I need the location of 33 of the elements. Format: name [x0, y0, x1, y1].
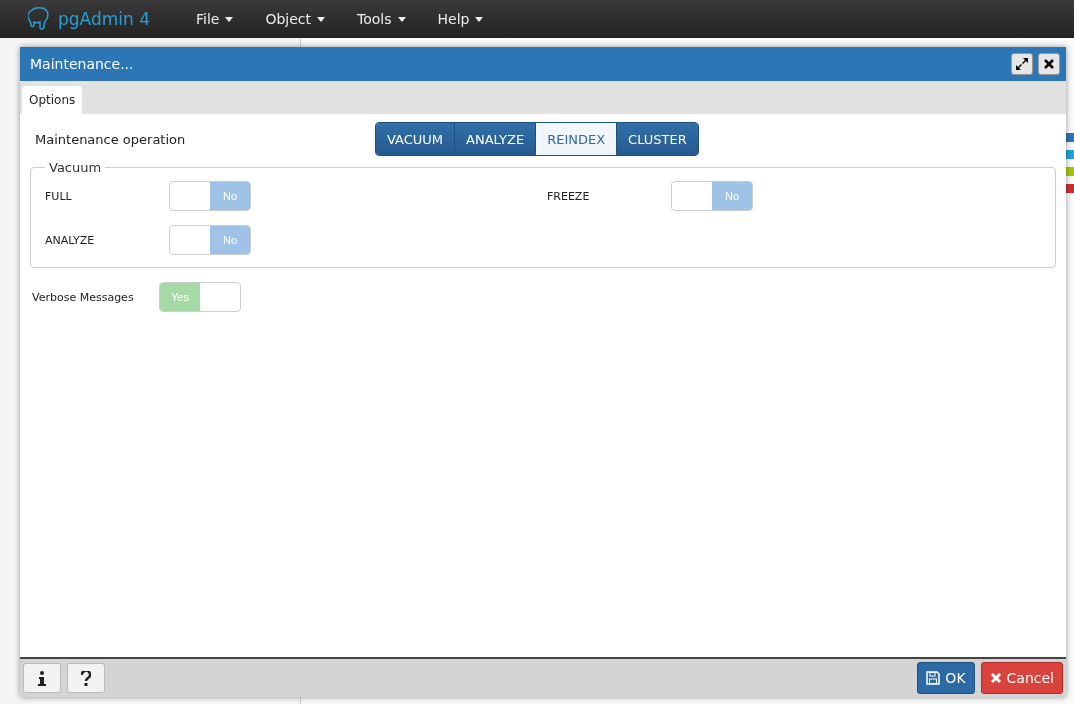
brand-name: pgAdmin 4: [58, 9, 150, 29]
operation-option[interactable]: CLUSTER: [616, 123, 698, 155]
menu-item[interactable]: Object: [249, 11, 342, 27]
operation-option[interactable]: REINDEX: [535, 123, 617, 155]
menu-item[interactable]: File: [180, 11, 250, 27]
info-button[interactable]: [23, 663, 61, 693]
ok-button[interactable]: OK: [917, 662, 975, 694]
operation-option[interactable]: ANALYZE: [454, 123, 536, 155]
maximize-button[interactable]: [1011, 53, 1033, 75]
caret-icon: [225, 16, 234, 22]
switch-label: FULL: [45, 189, 73, 203]
tab[interactable]: Options: [22, 86, 83, 114]
expand-arrows-icon: [1016, 58, 1028, 70]
caret-icon: [475, 16, 484, 22]
field-label: Maintenance operation: [35, 131, 187, 147]
elephant-logo-icon: [28, 7, 50, 31]
group-legend: Vacuum: [45, 160, 106, 175]
menu-item[interactable]: Help: [421, 11, 500, 27]
close-button[interactable]: [1038, 53, 1060, 75]
cancel-button[interactable]: Cancel: [980, 662, 1063, 694]
info-icon: [38, 670, 46, 686]
question-mark-icon: [81, 670, 91, 686]
close-icon: [989, 672, 1002, 684]
help-button[interactable]: [67, 663, 105, 693]
caret-icon: [317, 16, 326, 22]
operation-option[interactable]: VACUUM: [376, 123, 455, 155]
menu-item[interactable]: Tools: [341, 11, 422, 27]
dialog-title: Maintenance...: [30, 56, 135, 72]
caret-icon: [397, 16, 406, 22]
close-icon: [1044, 59, 1054, 69]
switch-label: Verbose Messages: [32, 290, 135, 304]
switch-label: ANALYZE: [45, 233, 96, 247]
switch-label: FREEZE: [547, 189, 591, 203]
